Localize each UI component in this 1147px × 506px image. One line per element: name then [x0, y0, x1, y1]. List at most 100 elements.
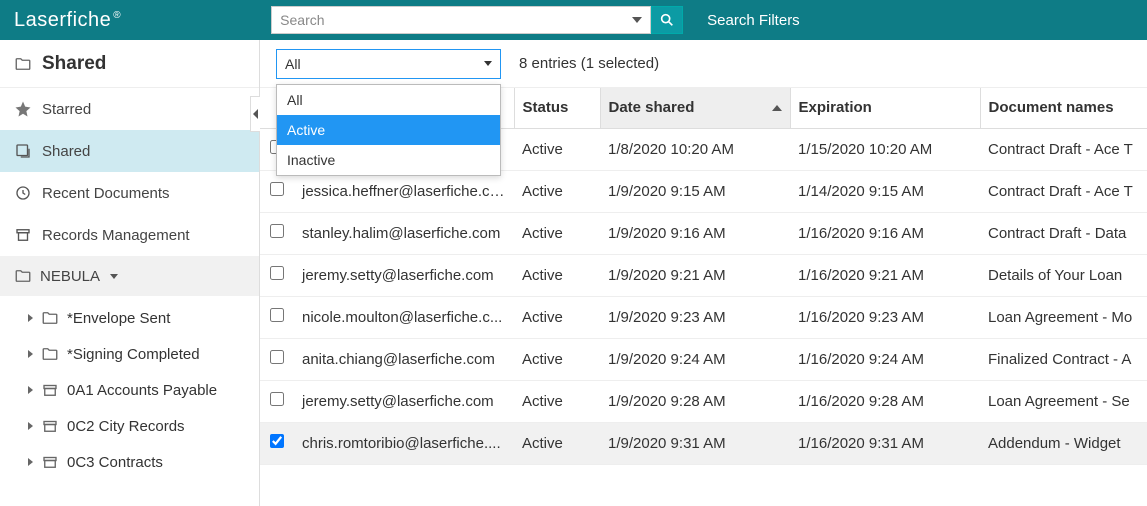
row-document: Contract Draft - Ace T — [980, 128, 1147, 170]
row-document: Finalized Contract - A — [980, 338, 1147, 380]
sidebar: Shared Starred Shared Recent Documents — [0, 40, 260, 506]
row-checkbox-cell — [260, 338, 294, 380]
status-filter-select[interactable]: All — [276, 49, 501, 79]
row-document: Loan Agreement - Se — [980, 380, 1147, 422]
box-icon — [41, 453, 59, 471]
chevron-right-icon[interactable] — [28, 458, 33, 466]
table-row[interactable]: chris.romtoribio@laserfiche....Active1/9… — [260, 422, 1147, 464]
top-bar: Laserfiche® Search Search Filters — [0, 0, 1147, 40]
row-checkbox[interactable] — [270, 350, 284, 364]
filter-option-all[interactable]: All — [277, 85, 500, 115]
sidebar-tree: *Envelope Sent *Signing Completed 0A1 Ac… — [0, 296, 259, 484]
row-date-shared: 1/9/2020 9:31 AM — [600, 422, 790, 464]
star-icon — [14, 100, 32, 118]
entries-count-label: 8 entries (1 selected) — [519, 55, 659, 72]
sidebar-title: Shared — [42, 53, 106, 75]
col-header-status[interactable]: Status — [514, 88, 600, 128]
filter-option-active[interactable]: Active — [277, 115, 500, 145]
row-expiration: 1/14/2020 9:15 AM — [790, 170, 980, 212]
search-dropdown-icon[interactable] — [632, 17, 642, 23]
row-date-shared: 1/9/2020 9:21 AM — [600, 254, 790, 296]
row-status: Active — [514, 296, 600, 338]
sidebar-item-label: Starred — [42, 101, 91, 118]
tree-item[interactable]: *Signing Completed — [0, 336, 259, 372]
row-expiration: 1/16/2020 9:21 AM — [790, 254, 980, 296]
row-email: jeremy.setty@laserfiche.com — [294, 254, 514, 296]
row-expiration: 1/16/2020 9:24 AM — [790, 338, 980, 380]
tree-item[interactable]: 0A1 Accounts Payable — [0, 372, 259, 408]
row-email: jessica.heffner@laserfiche.co... — [294, 170, 514, 212]
search-icon — [659, 12, 675, 28]
status-filter-value: All — [285, 56, 301, 72]
table-row[interactable]: nicole.moulton@laserfiche.c...Active1/9/… — [260, 296, 1147, 338]
row-checkbox[interactable] — [270, 308, 284, 322]
tree-item[interactable]: 0C2 City Records — [0, 408, 259, 444]
col-header-label: Date shared — [609, 99, 695, 116]
row-expiration: 1/16/2020 9:23 AM — [790, 296, 980, 338]
registered-icon: ® — [113, 10, 121, 21]
brand-logo: Laserfiche® — [14, 9, 121, 32]
folder-icon — [41, 345, 59, 363]
chevron-down-icon — [484, 61, 492, 66]
app-body: Shared Starred Shared Recent Documents — [0, 40, 1147, 506]
row-checkbox-cell — [260, 422, 294, 464]
brand-text: Laserfiche — [14, 9, 111, 31]
sidebar-item-recent[interactable]: Recent Documents — [0, 172, 259, 214]
search-input[interactable]: Search — [271, 6, 651, 34]
chevron-right-icon[interactable] — [28, 422, 33, 430]
search-button[interactable] — [651, 6, 683, 34]
sidebar-item-label: Recent Documents — [42, 185, 170, 202]
sidebar-collapse-handle[interactable] — [250, 96, 260, 132]
col-header-expiration[interactable]: Expiration — [790, 88, 980, 128]
row-email: nicole.moulton@laserfiche.c... — [294, 296, 514, 338]
col-header-document-names[interactable]: Document names — [980, 88, 1147, 128]
sidebar-item-label: Shared — [42, 143, 90, 160]
chevron-right-icon[interactable] — [28, 350, 33, 358]
main-panel: All 8 entries (1 selected) All Active In… — [260, 40, 1147, 506]
table-row[interactable]: jessica.heffner@laserfiche.co...Active1/… — [260, 170, 1147, 212]
box-icon — [41, 381, 59, 399]
folder-icon — [41, 309, 59, 327]
row-checkbox-cell — [260, 296, 294, 338]
row-checkbox-cell — [260, 380, 294, 422]
main-toolbar: All 8 entries (1 selected) All Active In… — [260, 40, 1147, 88]
sidebar-item-shared[interactable]: Shared — [0, 130, 259, 172]
table-row[interactable]: anita.chiang@laserfiche.comActive1/9/202… — [260, 338, 1147, 380]
row-checkbox[interactable] — [270, 392, 284, 406]
col-header-date-shared[interactable]: Date shared — [600, 88, 790, 128]
table-row[interactable]: jeremy.setty@laserfiche.comActive1/9/202… — [260, 380, 1147, 422]
table-row[interactable]: jeremy.setty@laserfiche.comActive1/9/202… — [260, 254, 1147, 296]
sidebar-item-starred[interactable]: Starred — [0, 88, 259, 130]
row-checkbox[interactable] — [270, 224, 284, 238]
box-icon — [41, 417, 59, 435]
row-checkbox[interactable] — [270, 266, 284, 280]
row-date-shared: 1/9/2020 9:24 AM — [600, 338, 790, 380]
row-checkbox-cell — [260, 254, 294, 296]
search-filters-link[interactable]: Search Filters — [707, 12, 800, 29]
records-icon — [14, 226, 32, 244]
sidebar-item-records[interactable]: Records Management — [0, 214, 259, 256]
table-row[interactable]: stanley.halim@laserfiche.comActive1/9/20… — [260, 212, 1147, 254]
chevron-right-icon[interactable] — [28, 386, 33, 394]
search-placeholder: Search — [280, 12, 324, 28]
row-document: Loan Agreement - Mo — [980, 296, 1147, 338]
row-checkbox[interactable] — [270, 182, 284, 196]
row-date-shared: 1/9/2020 9:15 AM — [600, 170, 790, 212]
row-date-shared: 1/9/2020 9:23 AM — [600, 296, 790, 338]
tree-item[interactable]: *Envelope Sent — [0, 300, 259, 336]
folder-icon — [14, 55, 32, 73]
tree-item-label: 0A1 Accounts Payable — [67, 382, 217, 399]
status-filter-dropdown: All Active Inactive — [276, 84, 501, 176]
row-checkbox[interactable] — [270, 434, 284, 448]
sidebar-header: Shared — [0, 40, 259, 88]
sidebar-repo-section[interactable]: NEBULA — [0, 256, 259, 296]
clock-icon — [14, 184, 32, 202]
chevron-right-icon[interactable] — [28, 314, 33, 322]
share-icon — [14, 142, 32, 160]
filter-option-inactive[interactable]: Inactive — [277, 145, 500, 175]
row-document: Addendum - Widget — [980, 422, 1147, 464]
folder-icon — [14, 267, 32, 285]
row-date-shared: 1/8/2020 10:20 AM — [600, 128, 790, 170]
tree-item[interactable]: 0C3 Contracts — [0, 444, 259, 480]
sidebar-item-label: Records Management — [42, 227, 190, 244]
